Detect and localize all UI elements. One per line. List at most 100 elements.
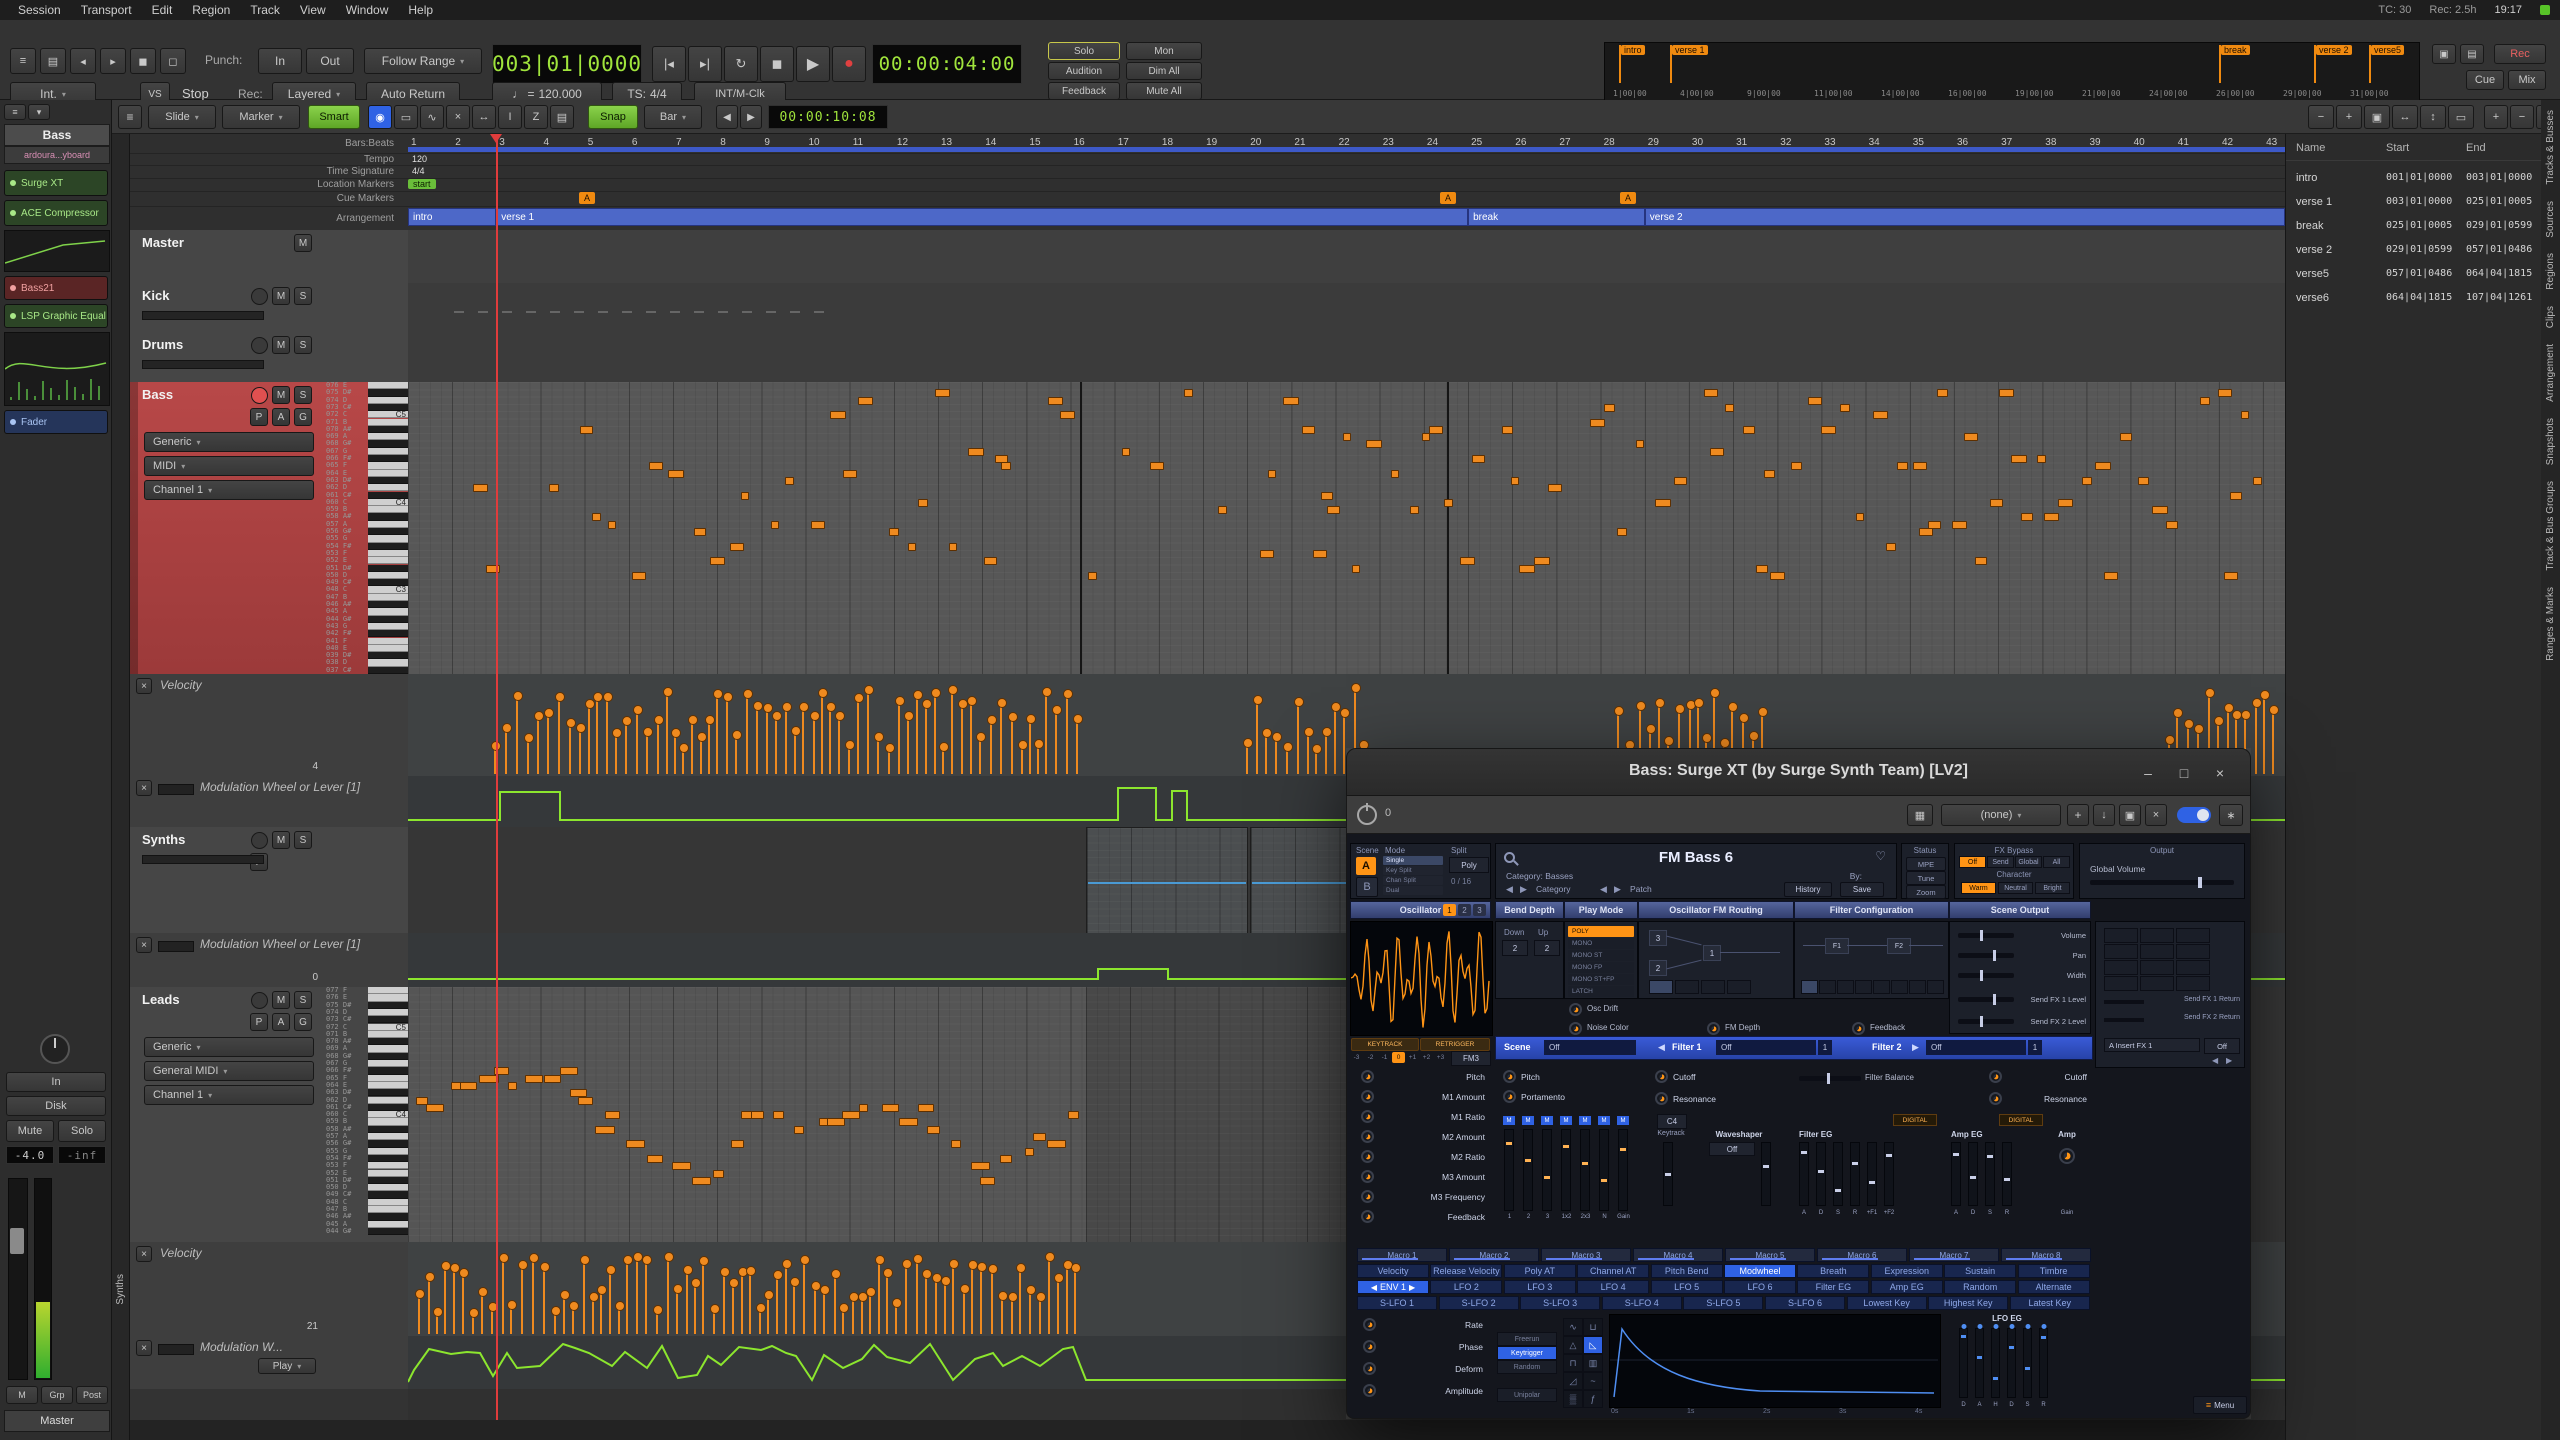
midi-note[interactable] bbox=[2152, 506, 2168, 515]
mod-source[interactable]: S-LFO 3 bbox=[1520, 1296, 1601, 1310]
mini-marker[interactable]: verse5 bbox=[2371, 45, 2405, 55]
mod-source[interactable]: Highest Key bbox=[1928, 1296, 2009, 1310]
toolbar-icon[interactable]: ▸ bbox=[100, 48, 126, 74]
filter-config-option[interactable] bbox=[1891, 980, 1908, 994]
arrangement-section[interactable]: intro bbox=[408, 208, 497, 226]
status-mpe-button[interactable]: MPE bbox=[1906, 857, 1946, 871]
meter-marker[interactable]: 4/4 bbox=[412, 166, 425, 176]
piano-key[interactable] bbox=[368, 557, 408, 565]
scene-output-slider[interactable] bbox=[1958, 997, 2014, 1002]
track-header-master[interactable]: Master M bbox=[130, 230, 408, 284]
record-arm-button[interactable] bbox=[251, 337, 268, 354]
velocity-head[interactable] bbox=[597, 1285, 607, 1295]
midi-note[interactable] bbox=[560, 1067, 578, 1076]
piano-key[interactable] bbox=[368, 622, 408, 631]
velocity-head[interactable] bbox=[507, 1300, 517, 1310]
fx-slot[interactable] bbox=[2104, 944, 2138, 959]
lfo-param-knob[interactable] bbox=[1363, 1362, 1376, 1375]
status-zoom-button[interactable]: Zoom bbox=[1906, 885, 1946, 899]
piano-key[interactable] bbox=[368, 520, 408, 528]
record-arm-button[interactable] bbox=[251, 992, 268, 1009]
velocity-head[interactable] bbox=[1636, 701, 1646, 711]
keytrack-root-value[interactable]: C4 bbox=[1657, 1114, 1687, 1129]
velocity-head[interactable] bbox=[763, 703, 773, 713]
lfo-eg-slider[interactable] bbox=[2007, 1324, 2016, 1398]
midi-note[interactable] bbox=[1313, 549, 1327, 558]
piano-key[interactable] bbox=[368, 615, 408, 623]
velocity-head[interactable] bbox=[883, 1268, 893, 1278]
velocity-head[interactable] bbox=[1675, 704, 1685, 714]
midi-note[interactable] bbox=[1964, 433, 1978, 442]
column-header[interactable]: End bbox=[2466, 142, 2486, 154]
velocity-head[interactable] bbox=[705, 715, 715, 725]
midi-note[interactable] bbox=[1756, 564, 1768, 573]
solo-button[interactable]: Solo bbox=[58, 1120, 106, 1142]
solo-button[interactable]: S bbox=[294, 386, 312, 404]
velocity-head[interactable] bbox=[1026, 1285, 1036, 1295]
track-height-icon[interactable]: − bbox=[2510, 105, 2534, 129]
piano-key[interactable] bbox=[368, 1147, 408, 1155]
velocity-head[interactable] bbox=[922, 1269, 932, 1279]
surge-menu-button[interactable]: ≡ Menu bbox=[2193, 1396, 2247, 1414]
osc-tab[interactable]: 2 bbox=[1458, 904, 1471, 916]
track-channel-dropdown[interactable]: General MIDI bbox=[144, 1061, 314, 1081]
osc-tab[interactable]: 3 bbox=[1473, 904, 1486, 916]
filter-balance-slider[interactable] bbox=[1799, 1073, 1861, 1084]
mode-option[interactable]: Dual bbox=[1383, 886, 1443, 895]
processor[interactable]: ACE Compressor bbox=[4, 200, 108, 226]
piano-key[interactable] bbox=[368, 382, 408, 390]
piano-key[interactable] bbox=[368, 1162, 408, 1170]
mod-source[interactable]: Breath bbox=[1797, 1264, 1870, 1278]
bypass-toggle[interactable] bbox=[2177, 807, 2211, 823]
midi-note[interactable] bbox=[1725, 403, 1734, 412]
sidebar-tab[interactable]: Sources bbox=[2545, 201, 2556, 238]
lfo-eg-slider[interactable] bbox=[1991, 1324, 2000, 1398]
mixer-slider[interactable] bbox=[1580, 1129, 1590, 1211]
piano-key[interactable] bbox=[368, 1074, 408, 1082]
velocity-head[interactable] bbox=[756, 1303, 766, 1313]
midi-note[interactable] bbox=[1218, 506, 1227, 515]
lfo-shape-mseg-icon[interactable]: ~ bbox=[1583, 1372, 1603, 1390]
midi-note[interactable] bbox=[2200, 396, 2210, 405]
category-prev-icon[interactable]: ◀ bbox=[1506, 884, 1513, 895]
primary-clock[interactable]: 003|01|0000 bbox=[492, 44, 642, 84]
osc-type-dropdown[interactable]: FM3 bbox=[1451, 1051, 1491, 1066]
filter-eg-mode-button[interactable]: DIGITAL bbox=[1893, 1114, 1937, 1126]
sidebar-tab[interactable]: Snapshots bbox=[2545, 418, 2556, 465]
mixer-mute-button[interactable]: M bbox=[1617, 1116, 1629, 1125]
send2-return-slider[interactable] bbox=[2104, 1018, 2144, 1022]
patch-name[interactable]: FM Bass 6 bbox=[1496, 849, 1896, 866]
midi-note[interactable] bbox=[1655, 498, 1671, 507]
velocity-head[interactable] bbox=[691, 1278, 701, 1288]
track-channel-dropdown[interactable]: Generic bbox=[144, 1037, 314, 1057]
feedback-button[interactable]: Feedback bbox=[1048, 82, 1120, 100]
toolbar-icon[interactable]: ≡ bbox=[10, 48, 36, 74]
velocity-head[interactable] bbox=[866, 1287, 876, 1297]
velocity-head[interactable] bbox=[2194, 724, 2204, 734]
track-name[interactable]: Synths bbox=[142, 832, 185, 847]
velocity-head[interactable] bbox=[800, 1255, 810, 1265]
sidebar-tab[interactable]: Track & Bus Groups bbox=[2545, 481, 2556, 571]
midi-note[interactable] bbox=[899, 1118, 918, 1127]
fm-routing-option[interactable] bbox=[1649, 980, 1673, 994]
midi-note[interactable] bbox=[1590, 418, 1605, 427]
midi-note[interactable] bbox=[882, 1103, 899, 1112]
midi-note[interactable] bbox=[460, 1081, 477, 1090]
velocity-head[interactable] bbox=[623, 1255, 633, 1265]
velocity-head[interactable] bbox=[723, 692, 733, 702]
filter-config-option[interactable] bbox=[1873, 980, 1890, 994]
macro-slot[interactable]: Macro 6 bbox=[1817, 1248, 1907, 1262]
plugin-titlebar[interactable]: Bass: Surge XT (by Surge Synth Team) [LV… bbox=[1346, 748, 2251, 796]
mod-source[interactable]: Velocity bbox=[1357, 1264, 1429, 1278]
filter-config-option[interactable] bbox=[1801, 980, 1818, 994]
velocity-head[interactable] bbox=[713, 689, 723, 699]
track-channel-dropdown[interactable]: Generic bbox=[144, 432, 314, 452]
lane-hide-button[interactable]: × bbox=[136, 780, 152, 796]
piano-key[interactable]: C5 bbox=[368, 410, 408, 419]
grp-button[interactable]: Grp bbox=[41, 1386, 73, 1404]
unipolar-button[interactable]: Unipolar bbox=[1497, 1388, 1557, 1402]
velocity-head[interactable] bbox=[566, 718, 576, 728]
category-nav-label[interactable]: Category bbox=[1536, 884, 1571, 894]
piano-key[interactable] bbox=[368, 637, 408, 645]
velocity-head[interactable] bbox=[987, 715, 997, 725]
